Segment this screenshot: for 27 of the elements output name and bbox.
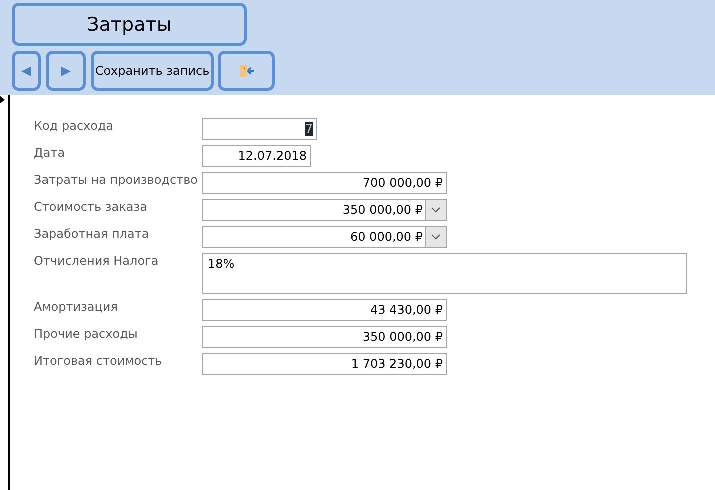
input-field[interactable]: 350 000,00 ₽ bbox=[202, 326, 447, 348]
input-field[interactable]: 700 000,00 ₽ bbox=[202, 172, 447, 194]
input-field[interactable]: 12.07.2018 bbox=[202, 145, 311, 167]
dropdown-button[interactable] bbox=[425, 200, 446, 220]
save-record-button[interactable]: Сохранить запись bbox=[91, 51, 214, 91]
input-field[interactable]: 7 bbox=[202, 118, 317, 140]
input-field[interactable]: 1 703 230,00 ₽ bbox=[202, 353, 447, 375]
field-label: Код расхода bbox=[34, 118, 115, 135]
field-label: Дата bbox=[34, 145, 66, 162]
field-label: Стоимость заказа bbox=[34, 199, 148, 216]
current-record-icon bbox=[0, 96, 5, 104]
chevron-down-icon bbox=[431, 234, 441, 240]
input-field[interactable]: 43 430,00 ₽ bbox=[202, 299, 447, 321]
exit-button[interactable] bbox=[218, 51, 275, 91]
chevron-down-icon bbox=[431, 207, 441, 213]
dropdown-field[interactable]: 350 000,00 ₽ bbox=[202, 199, 447, 221]
field-label: Прочие расходы bbox=[34, 326, 139, 343]
field-label: Отчисления Налога bbox=[34, 253, 160, 270]
door-exit-icon bbox=[238, 64, 254, 78]
dropdown-button[interactable] bbox=[425, 227, 446, 247]
field-label: Итоговая стоимость bbox=[34, 353, 164, 370]
field-label: Заработная плата bbox=[34, 226, 150, 243]
form-title-button[interactable]: Затраты bbox=[12, 3, 247, 46]
input-field[interactable]: 18% bbox=[202, 253, 687, 294]
field-label: Затраты на производство bbox=[34, 172, 199, 189]
field-label: Амортизация bbox=[34, 299, 119, 316]
dropdown-field[interactable]: 60 000,00 ₽ bbox=[202, 226, 447, 248]
